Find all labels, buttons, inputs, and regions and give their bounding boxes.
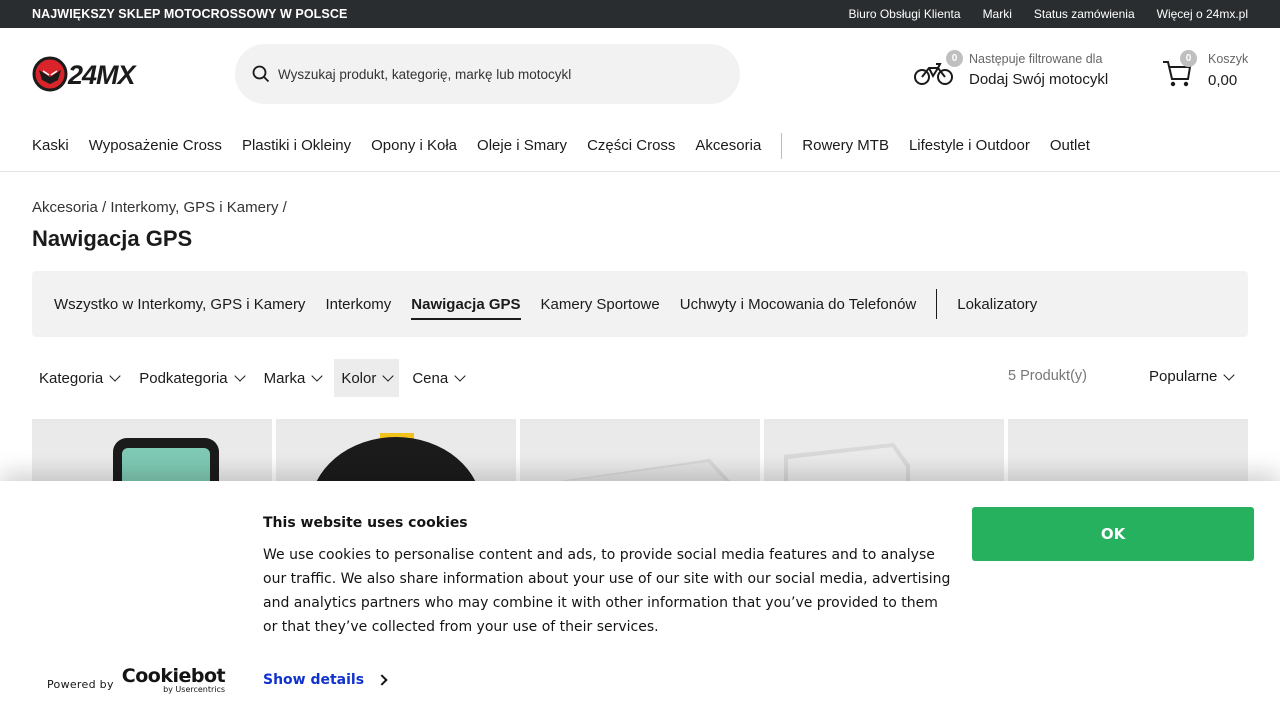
search-bar[interactable] xyxy=(235,44,740,104)
subcategory-cameras[interactable]: Kamery Sportowe xyxy=(541,296,660,313)
cart-label: Koszyk xyxy=(1208,52,1249,66)
cart[interactable]: 0 Koszyk 0,00 xyxy=(1162,50,1248,100)
cookie-banner: This website uses cookies We use cookies… xyxy=(0,481,1280,720)
cart-badge: 0 xyxy=(1180,50,1197,67)
main-nav: Kaski Wyposażenie Cross Plastiki i Oklei… xyxy=(0,120,1280,172)
brands-link[interactable]: Marki xyxy=(983,7,1012,21)
subcategory-all[interactable]: Wszystko w Interkomy, GPS i Kamery xyxy=(54,296,305,313)
nav-item-helmets[interactable]: Kaski xyxy=(32,137,69,154)
chevron-down-icon xyxy=(109,370,121,382)
product-count: 5 Produkt(y) xyxy=(1008,368,1087,384)
filter-label: Kolor xyxy=(341,369,377,387)
cart-text: Koszyk 0,00 xyxy=(1208,50,1248,89)
chevron-down-icon xyxy=(1223,368,1236,381)
chevron-down-icon xyxy=(454,370,466,382)
top-links: Biuro Obsługi Klienta Marki Status zamów… xyxy=(849,7,1249,21)
breadcrumb-item[interactable]: Interkomy, GPS i Kamery xyxy=(110,199,278,216)
nav-item-lifestyle[interactable]: Lifestyle i Outdoor xyxy=(909,137,1030,154)
moto-text: Następuje filtrowane dla Dodaj Swój moto… xyxy=(969,50,1108,88)
breadcrumb: Akcesoria / Interkomy, GPS i Kamery / xyxy=(32,199,287,216)
nav-item-mtb[interactable]: Rowery MTB xyxy=(802,137,889,154)
cookiebot-brand: Cookiebot by Usercentrics xyxy=(121,665,226,695)
powered-by-text: Powered by xyxy=(47,678,114,691)
nav-item-parts[interactable]: Części Cross xyxy=(587,137,675,154)
filter-subcategory[interactable]: Podkategoria xyxy=(132,359,250,397)
cookie-ok-button[interactable]: OK xyxy=(972,507,1254,561)
subcategory-bar: Wszystko w Interkomy, GPS i Kamery Inter… xyxy=(32,271,1248,337)
cart-icon-wrap: 0 xyxy=(1162,50,1197,100)
subcategory-phone-mounts[interactable]: Uchwyty i Mocowania do Telefonów xyxy=(680,296,917,313)
filter-label: Marka xyxy=(263,369,306,387)
customer-service-link[interactable]: Biuro Obsługi Klienta xyxy=(849,7,961,21)
svg-text:24MX: 24MX xyxy=(67,60,138,90)
sort-dropdown[interactable]: Popularne xyxy=(1149,368,1236,385)
bike-wrap: 0 xyxy=(914,50,963,98)
show-details-link[interactable]: Show details xyxy=(263,672,388,688)
sort-label: Popularne xyxy=(1149,368,1218,385)
cookiebot-wordmark: Cookiebot xyxy=(121,665,226,687)
search-icon xyxy=(251,64,271,84)
moto-badge: 0 xyxy=(946,50,963,67)
nav-item-plastics[interactable]: Plastiki i Okleiny xyxy=(242,137,351,154)
filter-label: Podkategoria xyxy=(139,369,228,387)
chevron-down-icon xyxy=(382,370,395,382)
cart-total: 0,00 xyxy=(1208,72,1238,89)
logo-icon: 24MX xyxy=(32,56,139,92)
subcategory-trackers[interactable]: Lokalizatory xyxy=(957,296,1037,313)
subcategory-gps[interactable]: Nawigacja GPS xyxy=(411,296,521,320)
cookie-text: We use cookies to personalise content an… xyxy=(263,547,951,635)
nav-item-accessories[interactable]: Akcesoria xyxy=(695,137,761,154)
filter-brand[interactable]: Marka xyxy=(257,359,329,397)
subcategory-divider xyxy=(936,289,938,319)
nav-item-cross-gear[interactable]: Wyposażenie Cross xyxy=(89,137,222,154)
nav-item-outlet[interactable]: Outlet xyxy=(1050,137,1090,154)
about-link[interactable]: Więcej o 24mx.pl xyxy=(1157,7,1248,21)
chevron-right-icon xyxy=(376,674,388,686)
nav-item-oils[interactable]: Oleje i Smary xyxy=(477,137,567,154)
cookiebot-logo[interactable]: Powered by Cookiebot by Usercentrics xyxy=(47,665,226,695)
promo-text: NAJWIĘKSZY SKLEP MOTOCROSSOWY W POLSCE xyxy=(32,7,348,21)
subcategory-intercoms[interactable]: Interkomy xyxy=(325,296,391,313)
show-details-label: Show details xyxy=(263,672,365,688)
header: 24MX 0 Następuje filtrowane dla Dodaj Sw… xyxy=(0,28,1280,120)
product-image xyxy=(310,433,482,581)
page-title: Nawigacja GPS xyxy=(32,226,193,251)
filter-category[interactable]: Kategoria xyxy=(32,359,126,397)
filter-label: Kategoria xyxy=(39,369,104,387)
product-image xyxy=(113,438,219,518)
breadcrumb-item[interactable]: Akcesoria xyxy=(32,199,98,216)
filter-color[interactable]: Kolor xyxy=(334,359,400,397)
nav-item-tyres[interactable]: Opony i Koła xyxy=(371,137,457,154)
motorcycle-selector[interactable]: 0 Następuje filtrowane dla Dodaj Swój mo… xyxy=(914,50,1108,98)
top-bar: NAJWIĘKSZY SKLEP MOTOCROSSOWY W POLSCE B… xyxy=(0,0,1280,28)
product-image xyxy=(560,459,730,481)
logo[interactable]: 24MX xyxy=(32,54,192,94)
moto-filter-label: Następuje filtrowane dla xyxy=(969,52,1103,66)
product-image xyxy=(784,443,910,481)
chevron-down-icon xyxy=(233,370,246,382)
search-input[interactable] xyxy=(278,66,718,82)
add-motorcycle-label: Dodaj Swój motocykl xyxy=(969,71,1109,88)
filter-price[interactable]: Cena xyxy=(405,359,471,397)
filter-label: Cena xyxy=(412,369,449,387)
nav-divider xyxy=(781,132,783,159)
order-status-link[interactable]: Status zamówienia xyxy=(1034,7,1135,21)
cookie-title: This website uses cookies xyxy=(263,515,468,531)
filter-bar: Kategoria Podkategoria Marka Kolor Cena xyxy=(32,359,477,397)
chevron-down-icon xyxy=(311,370,323,382)
